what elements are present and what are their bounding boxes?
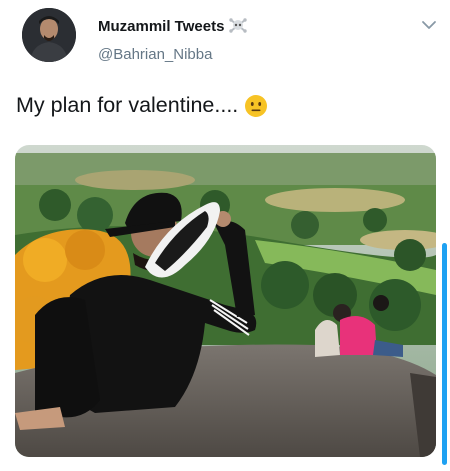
- skull-crossbones-icon: [229, 18, 248, 33]
- avatar[interactable]: [22, 8, 76, 62]
- scrollbar[interactable]: [442, 243, 447, 465]
- user-handle[interactable]: @Bahrian_Nibba: [98, 46, 212, 63]
- display-name[interactable]: Muzammil Tweets: [98, 18, 224, 35]
- photo-illustration: [15, 145, 436, 457]
- tweet-card[interactable]: Muzammil Tweets @Bahrian_Nibba My plan f…: [0, 0, 450, 471]
- tweet-text-row: My plan for valentine....: [16, 93, 268, 118]
- neutral-face-emoji: [245, 94, 268, 117]
- chevron-down-icon[interactable]: [421, 19, 437, 31]
- avatar-image: [22, 8, 76, 62]
- tweet-photo[interactable]: [15, 145, 436, 457]
- tweet-text: My plan for valentine....: [16, 93, 239, 117]
